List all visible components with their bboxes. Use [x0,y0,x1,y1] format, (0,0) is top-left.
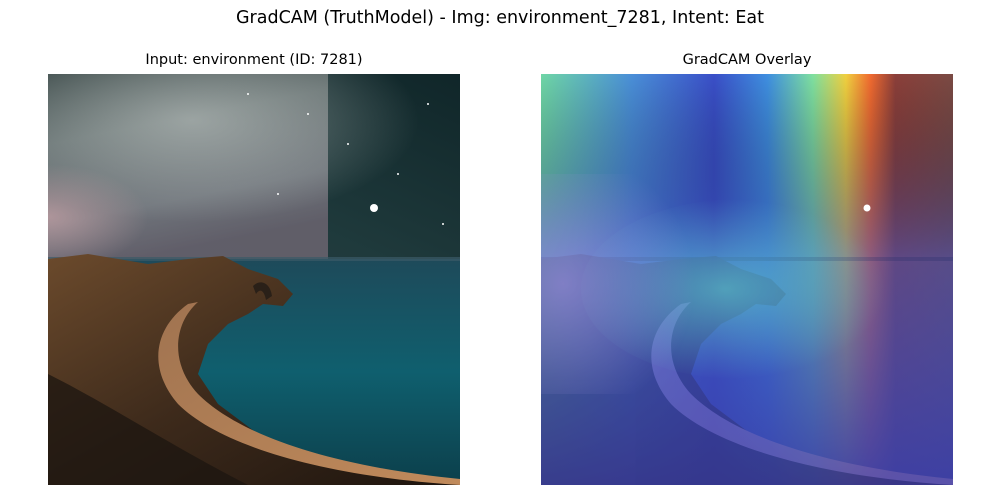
input-image-title: Input: environment (ID: 7281) [145,52,363,68]
gradcam-overlay-title: GradCAM Overlay [682,52,812,68]
gradcam-overlay-image [541,74,953,485]
figure-title: GradCAM (TruthModel) - Img: environment_… [235,8,764,28]
input-image [48,74,460,485]
